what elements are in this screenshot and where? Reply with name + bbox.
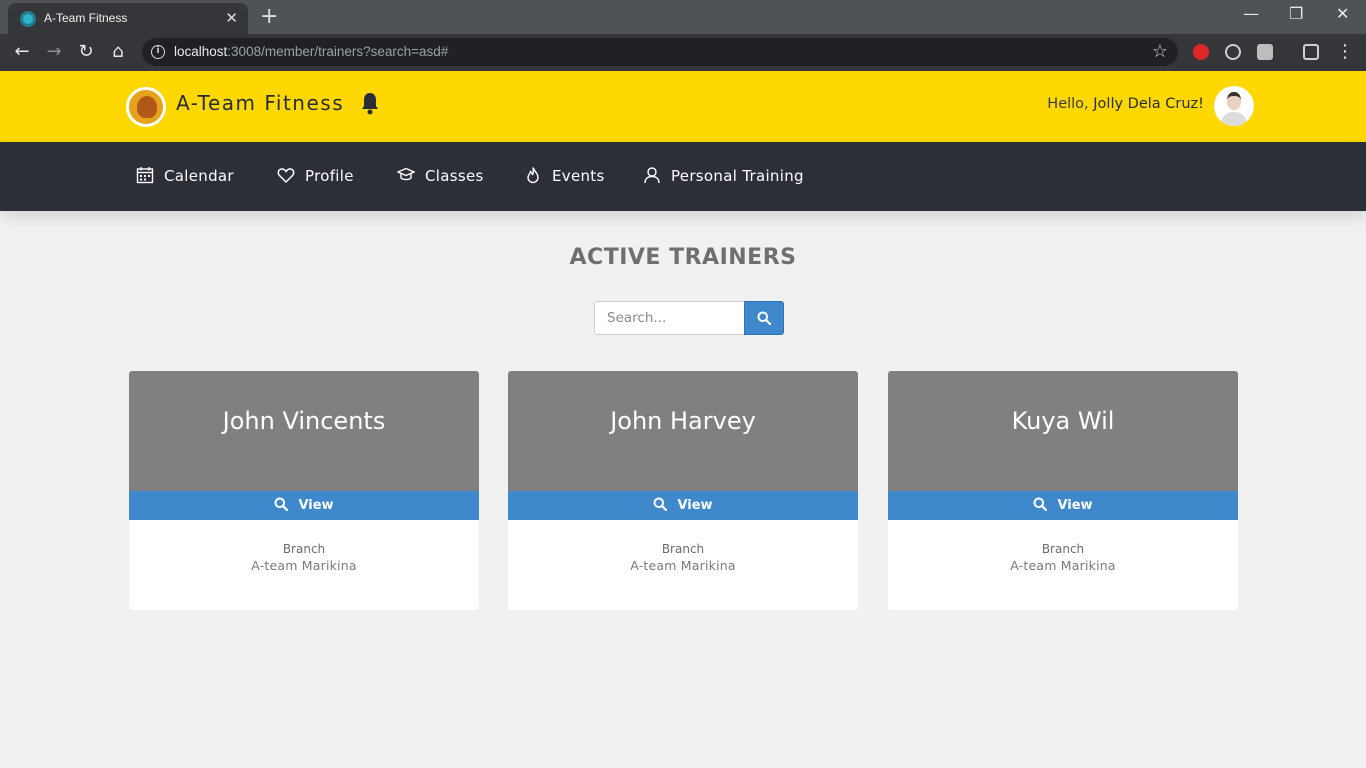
search-icon	[757, 311, 771, 325]
address-bar[interactable]: i localhost:3008/member/trainers?search=…	[142, 38, 1178, 66]
view-trainer-button[interactable]: View	[508, 491, 858, 520]
flame-icon	[527, 167, 539, 184]
graduation-cap-icon	[397, 167, 415, 181]
view-trainer-button[interactable]: View	[888, 491, 1238, 520]
search-icon	[653, 497, 668, 511]
search-icon	[274, 497, 289, 511]
main-nav: Calendar Profile Classes Events Personal…	[0, 142, 1366, 211]
branch-label: Branch	[1041, 542, 1085, 556]
branch-label: Branch	[282, 542, 326, 556]
browser-toolbar: ← → ↻ ⌂ i localhost:3008/member/trainers…	[0, 34, 1366, 71]
trainer-card-header: Kuya Wil	[888, 371, 1238, 491]
trainer-name: John Harvey	[610, 407, 756, 435]
nav-item-calendar[interactable]: Calendar	[136, 166, 234, 188]
home-icon[interactable]: ⌂	[106, 40, 130, 64]
tab-close-icon[interactable]: ✕	[225, 9, 238, 27]
calendar-icon	[136, 167, 154, 184]
forward-icon[interactable]: →	[42, 40, 66, 64]
browser-tab-bar: A-Team Fitness ✕ + — ❐ ✕	[0, 0, 1366, 34]
search-button[interactable]	[744, 301, 784, 335]
trainer-card-header: John Harvey	[508, 371, 858, 491]
browser-tab[interactable]: A-Team Fitness ✕	[8, 3, 248, 34]
nav-item-profile[interactable]: Profile	[277, 166, 354, 188]
back-icon[interactable]: ←	[10, 40, 34, 64]
extension-adblock-icon[interactable]	[1193, 44, 1209, 60]
user-avatar[interactable]	[1214, 86, 1254, 126]
branch-label: Branch	[661, 542, 705, 556]
branch-value: A-team Marikina	[630, 558, 736, 573]
trainer-card-header: John Vincents	[129, 371, 479, 491]
user-icon	[644, 167, 660, 184]
search-icon	[1033, 497, 1048, 511]
new-tab-button[interactable]: +	[260, 4, 278, 29]
trainer-name: Kuya Wil	[1011, 407, 1115, 435]
restore-icon[interactable]: ❐	[1289, 4, 1303, 23]
trainer-card: Kuya Wil View Branch A-team Marikina	[888, 371, 1238, 610]
page-title: ACTIVE TRAINERS	[569, 245, 797, 270]
view-trainer-button[interactable]: View	[129, 491, 479, 520]
branch-value: A-team Marikina	[1010, 558, 1116, 573]
nav-item-events[interactable]: Events	[524, 166, 605, 188]
trainer-name: John Vincents	[222, 407, 386, 435]
brand-logo[interactable]	[126, 87, 166, 127]
extension-eye-icon[interactable]	[1225, 44, 1241, 60]
window-close-icon[interactable]: ✕	[1336, 4, 1349, 23]
trainer-card: John Vincents View Branch A-team Marikin…	[129, 371, 479, 610]
bookmark-star-icon[interactable]: ☆	[1152, 41, 1168, 62]
trainer-card: John Harvey View Branch A-team Marikina	[508, 371, 858, 610]
extension-camera-icon[interactable]	[1257, 44, 1273, 60]
nav-item-classes[interactable]: Classes	[397, 166, 484, 188]
heart-icon	[277, 168, 295, 184]
nav-item-personal-training[interactable]: Personal Training	[643, 166, 804, 188]
notification-bell-icon[interactable]	[360, 91, 380, 115]
tab-title: A-Team Fitness	[44, 11, 128, 25]
reload-icon[interactable]: ↻	[74, 40, 98, 64]
minimize-icon[interactable]: —	[1243, 4, 1259, 23]
user-greeting: Hello, Jolly Dela Cruz!	[1047, 96, 1204, 112]
browser-menu-icon[interactable]: ⋮	[1333, 40, 1357, 64]
url-text[interactable]: localhost:3008/member/trainers?search=as…	[174, 44, 448, 59]
user-name: Jolly Dela Cruz!	[1093, 96, 1204, 112]
app-header: A-Team Fitness Hello, Jolly Dela Cruz!	[0, 71, 1366, 142]
site-info-icon[interactable]: i	[151, 45, 165, 59]
brand-name[interactable]: A-Team Fitness	[176, 91, 344, 115]
site-favicon-icon	[20, 11, 36, 27]
search-input[interactable]	[594, 301, 746, 335]
branch-value: A-team Marikina	[251, 558, 357, 573]
extension-incognito-icon[interactable]	[1303, 44, 1319, 60]
